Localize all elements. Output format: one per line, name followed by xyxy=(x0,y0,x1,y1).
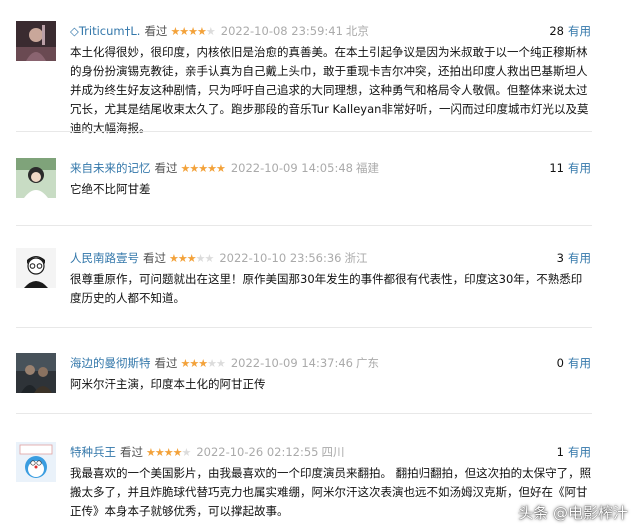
useful-button[interactable]: 有用 xyxy=(568,251,591,265)
review-time: 2022-10-08 23:59:41 xyxy=(220,24,343,38)
rating-stars: ★★★★★ xyxy=(169,252,214,265)
watched-label: 看过 xyxy=(154,356,178,370)
rating-stars: ★★★★★ xyxy=(180,357,226,370)
rating-stars: ★★★★★ xyxy=(170,25,215,38)
useful-button[interactable]: 有用 xyxy=(568,24,591,38)
review-header: 特种兵王 看过 ★★★★★ 2022-10-26 02:12:55 四川 xyxy=(70,443,344,461)
useful-count: 1 xyxy=(556,445,564,459)
user-avatar[interactable] xyxy=(16,353,56,393)
review-text: 它绝不比阿甘差 xyxy=(70,182,151,196)
review-header: 人民南路壹号 看过 ★★★★★ 2022-10-10 23:56:36 浙江 xyxy=(70,249,367,267)
review-location: 福建 xyxy=(355,161,379,175)
useful-vote: 1 有用 xyxy=(557,443,591,461)
watermark: 头条 @电影榨汁 xyxy=(518,504,628,522)
useful-vote: 28 有用 xyxy=(549,22,591,40)
review-location: 浙江 xyxy=(344,251,368,265)
watched-label: 看过 xyxy=(120,445,143,459)
review-header: 海边的曼彻斯特 看过 ★★★★★ 2022-10-09 14:37:46 广东 xyxy=(70,354,379,372)
useful-button[interactable]: 有用 xyxy=(568,356,591,370)
review-text: 很尊重原作，可问题就出在这里！原作美国那30年发生的事件都很有代表性，印度这30… xyxy=(70,272,583,305)
divider xyxy=(16,327,592,328)
author-link[interactable]: 来自未来的记忆 xyxy=(70,161,151,175)
review-time: 2022-10-26 02:12:55 xyxy=(196,445,319,459)
divider xyxy=(16,413,592,414)
review-text: 阿米尔汗主演，印度本土化的阿甘正传 xyxy=(70,377,266,391)
author-link[interactable]: 人民南路壹号 xyxy=(70,251,139,265)
watched-label: 看过 xyxy=(143,251,166,265)
useful-vote: 0 有用 xyxy=(557,354,591,372)
useful-count: 11 xyxy=(549,161,564,175)
useful-button[interactable]: 有用 xyxy=(568,161,591,175)
review-location: 广东 xyxy=(355,356,379,370)
useful-button[interactable]: 有用 xyxy=(568,445,591,459)
divider xyxy=(16,131,592,132)
review-text: 本土化得很妙，很印度，内核依旧是治愈的真善美。在本土引起争议是因为米叔敢于以一个… xyxy=(70,45,589,135)
review-header: 来自未来的记忆 看过 ★★★★★ 2022-10-09 14:05:48 福建 xyxy=(70,159,379,177)
watched-label: 看过 xyxy=(154,161,178,175)
review-time: 2022-10-10 23:56:36 xyxy=(219,251,342,265)
review-location: 四川 xyxy=(321,445,345,459)
watched-label: 看过 xyxy=(144,24,168,38)
review-time: 2022-10-09 14:05:48 xyxy=(230,161,353,175)
author-link[interactable]: 特种兵王 xyxy=(70,445,116,459)
useful-vote: 11 有用 xyxy=(549,159,591,177)
useful-vote: 3 有用 xyxy=(557,249,591,267)
useful-count: 28 xyxy=(549,24,564,38)
review-time: 2022-10-09 14:37:46 xyxy=(230,356,353,370)
user-avatar[interactable] xyxy=(16,248,56,288)
user-avatar[interactable] xyxy=(16,158,56,198)
useful-count: 0 xyxy=(556,356,564,370)
author-link[interactable]: ◇Triticum†L. xyxy=(70,24,140,38)
review-location: 北京 xyxy=(345,24,369,38)
divider xyxy=(16,225,592,226)
rating-stars: ★★★★★ xyxy=(180,162,226,175)
review-text: 我最喜欢的一个美国影片，由我最喜欢的一个印度演员来翻拍。 翻拍归翻拍，但这次拍的… xyxy=(70,466,592,518)
user-avatar[interactable] xyxy=(16,442,56,482)
user-avatar[interactable] xyxy=(16,21,56,61)
useful-count: 3 xyxy=(556,251,564,265)
review-header: ◇Triticum†L. 看过 ★★★★★ 2022-10-08 23:59:41 北京 xyxy=(70,22,369,40)
author-link[interactable]: 海边的曼彻斯特 xyxy=(70,356,151,370)
rating-stars: ★★★★★ xyxy=(146,446,191,459)
